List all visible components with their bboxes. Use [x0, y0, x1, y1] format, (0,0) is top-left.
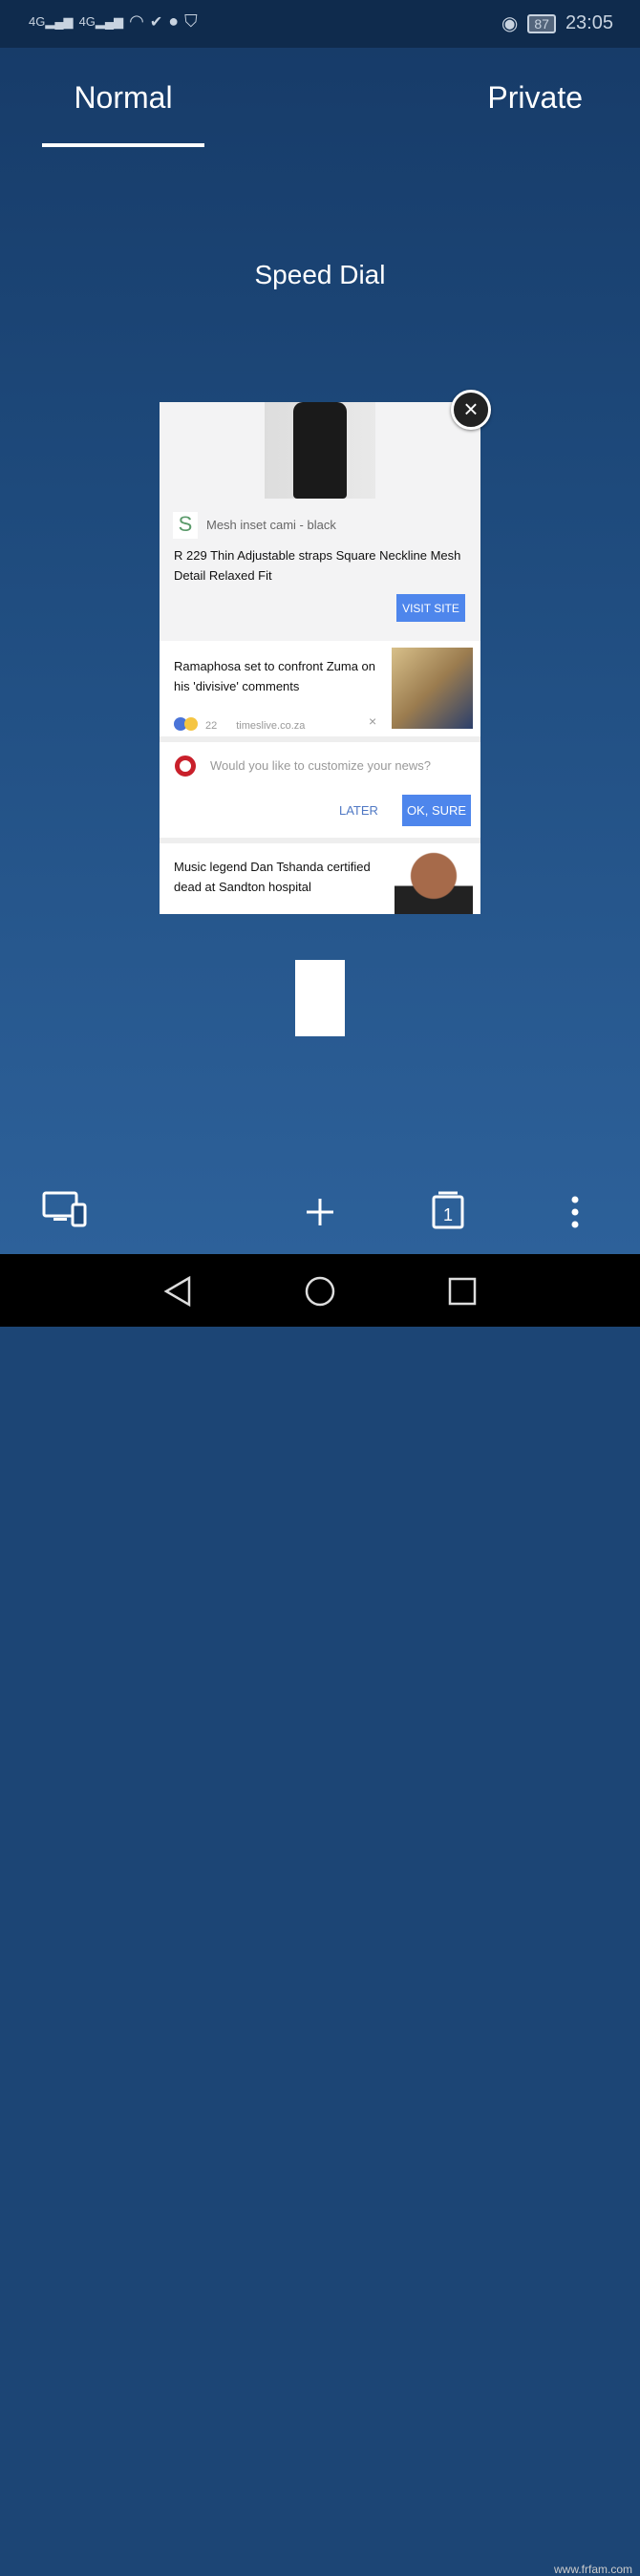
visit-site-button[interactable]: VISIT SITE: [396, 594, 465, 622]
later-button[interactable]: LATER: [339, 803, 378, 818]
customize-question: Would you like to customize your news?: [210, 758, 431, 773]
svg-text:1: 1: [443, 1205, 453, 1224]
ok-sure-button[interactable]: OK, SURE: [402, 795, 471, 826]
tab-normal[interactable]: Normal: [42, 80, 204, 116]
tab-thumbnail[interactable]: [295, 960, 345, 1036]
back-icon[interactable]: [162, 1275, 193, 1308]
news-thumbnail: [392, 648, 473, 729]
news-source: timeslive.co.za: [236, 719, 306, 732]
tab-private[interactable]: Private: [487, 80, 583, 116]
clock: 23:05: [565, 12, 613, 33]
shield-icon: ⛉: [184, 11, 198, 31]
phone-icon: ●: [168, 11, 180, 31]
store-logo: S: [173, 512, 198, 539]
tabs-count-icon[interactable]: 1: [431, 1189, 465, 1231]
recents-icon[interactable]: [447, 1275, 478, 1308]
news-item[interactable]: Music legend Dan Tshanda certified dead …: [160, 843, 480, 914]
customize-news-prompt: Would you like to customize your news? L…: [160, 742, 480, 838]
check-icon: ✔: [149, 13, 163, 31]
eye-icon: ◉: [501, 13, 519, 34]
battery-icon: 87: [527, 13, 556, 33]
promo-card: S Mesh inset cami - black R 229 Thin Adj…: [160, 402, 480, 641]
watermark: www.frfam.com: [553, 2563, 632, 2576]
product-image: [265, 402, 375, 499]
close-tab-icon[interactable]: ×: [451, 390, 491, 430]
promo-description: R 229 Thin Adjustable straps Square Neck…: [174, 548, 461, 583]
devices-icon[interactable]: [42, 1189, 88, 1227]
opera-logo: [175, 756, 196, 777]
reaction-count: 22: [205, 719, 218, 732]
news-item[interactable]: Ramaphosa set to confront Zuma on his 'd…: [160, 641, 480, 736]
promo-title: Mesh inset cami - black: [206, 518, 336, 532]
news-headline: Music legend Dan Tshanda certified dead …: [174, 860, 371, 894]
add-tab-icon[interactable]: [304, 1189, 336, 1227]
signal-icon: 4G▂▄▆: [78, 13, 124, 29]
wifi-icon: ◠: [129, 11, 144, 31]
laugh-icon: [184, 717, 198, 731]
news-headline: Ramaphosa set to confront Zuma on his 'd…: [174, 659, 376, 693]
system-navigation-bar: www.frfam.com: [0, 1254, 640, 2576]
active-tab-indicator: [42, 143, 204, 147]
home-icon[interactable]: [304, 1275, 336, 1308]
tab-title: Speed Dial: [254, 260, 386, 289]
news-thumbnail: [395, 849, 473, 914]
tab-preview-card[interactable]: S Mesh inset cami - black R 229 Thin Adj…: [160, 402, 480, 914]
dismiss-icon[interactable]: ×: [369, 713, 376, 729]
signal-icon: 4G▂▄▆: [29, 13, 74, 29]
status-bar: 4G▂▄▆ 4G▂▄▆ ◠ ✔ ● ⛉ ◉ 87 23:05: [0, 0, 640, 48]
more-menu-icon[interactable]: [567, 1189, 583, 1231]
bottom-toolbar: 1: [0, 1189, 640, 1237]
